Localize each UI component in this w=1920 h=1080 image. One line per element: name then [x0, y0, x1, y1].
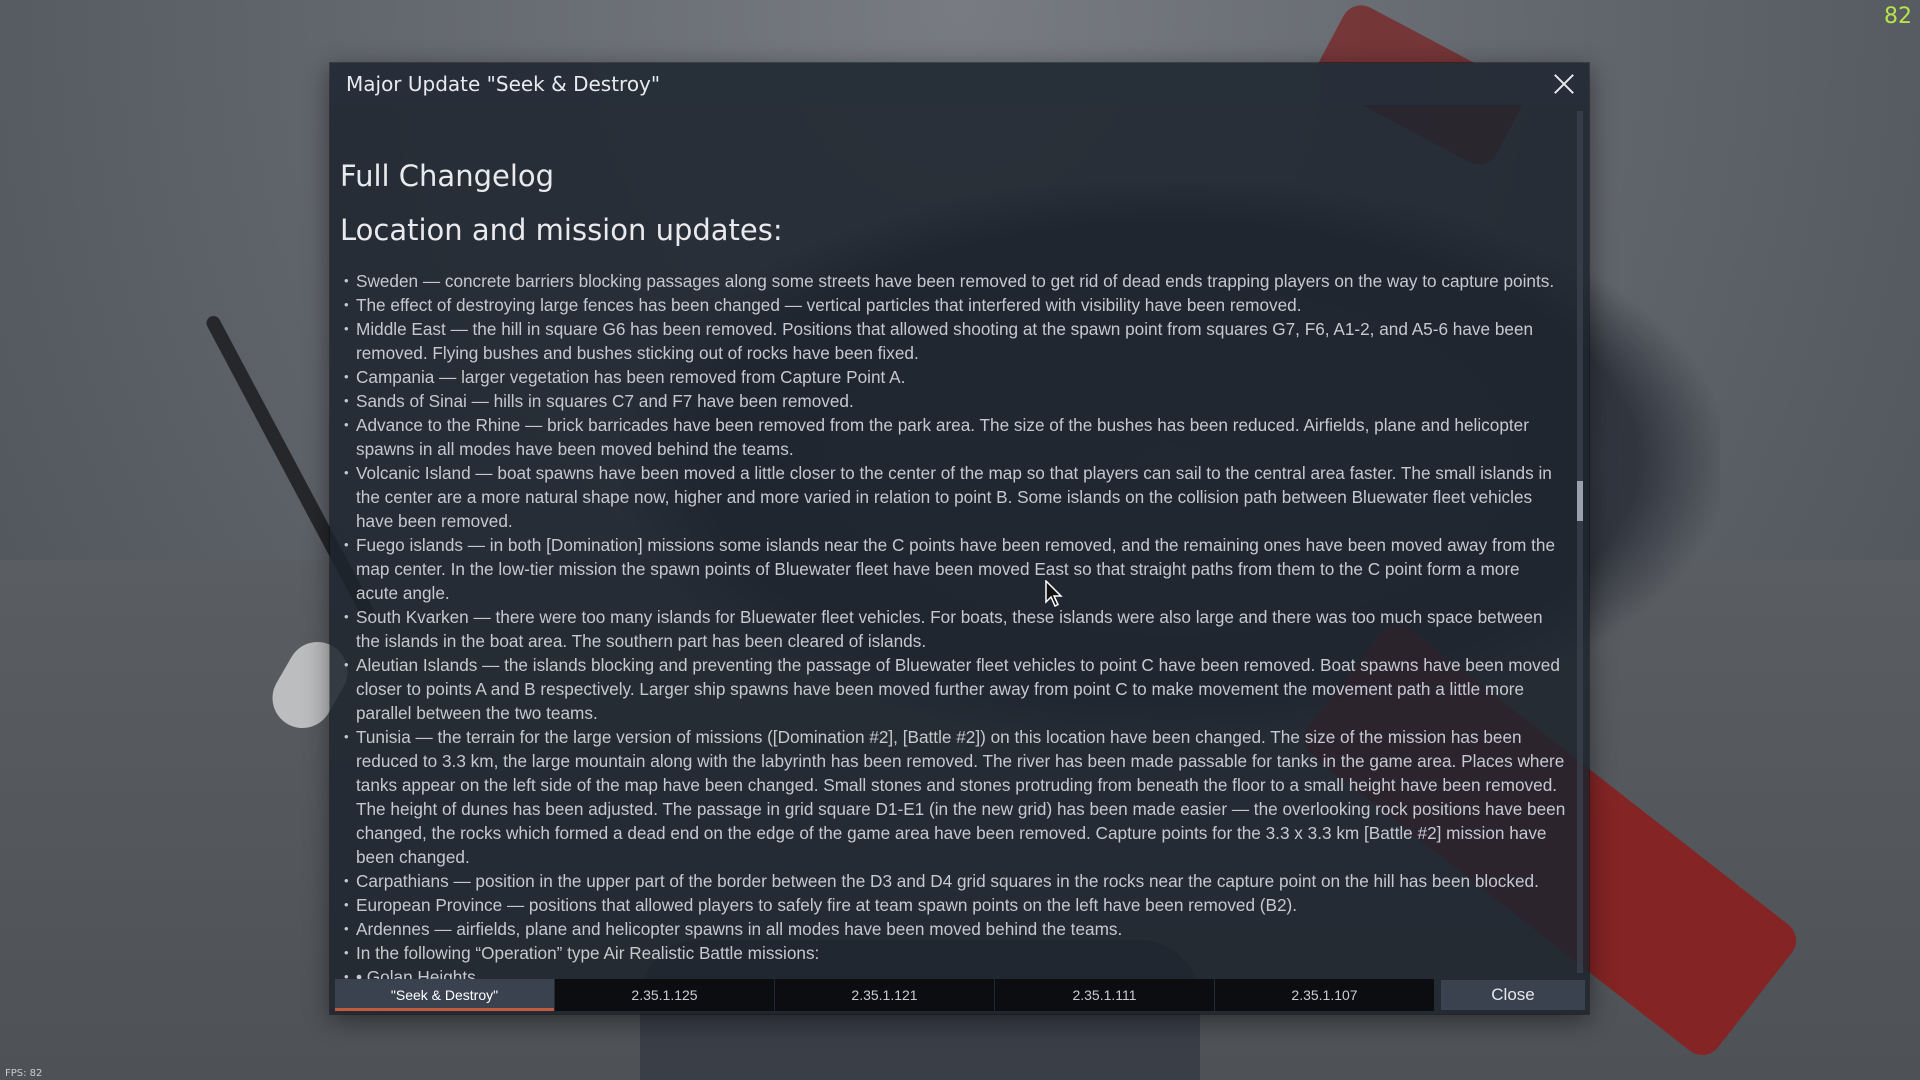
changelog-list: Sweden — concrete barriers blocking pass…: [344, 269, 1566, 989]
list-item: South Kvarken — there were too many isla…: [344, 605, 1566, 653]
list-item: Ardennes — airfields, plane and helicopt…: [344, 917, 1566, 941]
list-item: The effect of destroying large fences ha…: [344, 293, 1566, 317]
close-icon[interactable]: [1551, 71, 1577, 97]
list-item: European Province — positions that allow…: [344, 893, 1566, 917]
changelog-content[interactable]: Full Changelog Location and mission upda…: [340, 105, 1568, 1035]
list-item: Tunisia — the terrain for the large vers…: [344, 725, 1566, 869]
list-item: Advance to the Rhine — brick barricades …: [344, 413, 1566, 461]
fps-counter: 82: [1884, 4, 1912, 29]
tab-2-35-1-125[interactable]: 2.35.1.125: [555, 979, 774, 1011]
list-item: Volcanic Island — boat spawns have been …: [344, 461, 1566, 533]
changelog-heading: Full Changelog: [340, 159, 555, 193]
list-item: Aleutian Islands — the islands blocking …: [344, 653, 1566, 725]
tab-2-35-1-107[interactable]: 2.35.1.107: [1215, 979, 1434, 1011]
list-item: Fuego islands — in both [Domination] mis…: [344, 533, 1566, 605]
fps-label: FPS: 82: [5, 1068, 43, 1079]
dialog-header: Major Update "Seek & Destroy": [330, 63, 1589, 105]
scrollbar[interactable]: [1577, 111, 1583, 973]
list-item: In the following “Operation” type Air Re…: [344, 941, 1566, 965]
list-item: Sweden — concrete barriers blocking pass…: [344, 269, 1566, 293]
list-item: Campania — larger vegetation has been re…: [344, 365, 1566, 389]
list-item: Carpathians — position in the upper part…: [344, 869, 1566, 893]
tab-2-35-1-121[interactable]: 2.35.1.121: [775, 979, 994, 1011]
changelog-dialog: Major Update "Seek & Destroy" Full Chang…: [330, 63, 1589, 1014]
list-item: Sands of Sinai — hills in squares C7 and…: [344, 389, 1566, 413]
tab-seek-and-destroy[interactable]: "Seek & Destroy": [335, 979, 554, 1011]
dialog-title: Major Update "Seek & Destroy": [346, 72, 661, 96]
tab-2-35-1-111[interactable]: 2.35.1.111: [995, 979, 1214, 1011]
list-item: Middle East — the hill in square G6 has …: [344, 317, 1566, 365]
scrollbar-thumb[interactable]: [1577, 481, 1583, 521]
version-tabs: "Seek & Destroy" 2.35.1.125 2.35.1.121 2…: [335, 979, 1435, 1011]
changelog-subheading: Location and mission updates:: [340, 213, 783, 247]
close-button[interactable]: Close: [1441, 980, 1585, 1010]
